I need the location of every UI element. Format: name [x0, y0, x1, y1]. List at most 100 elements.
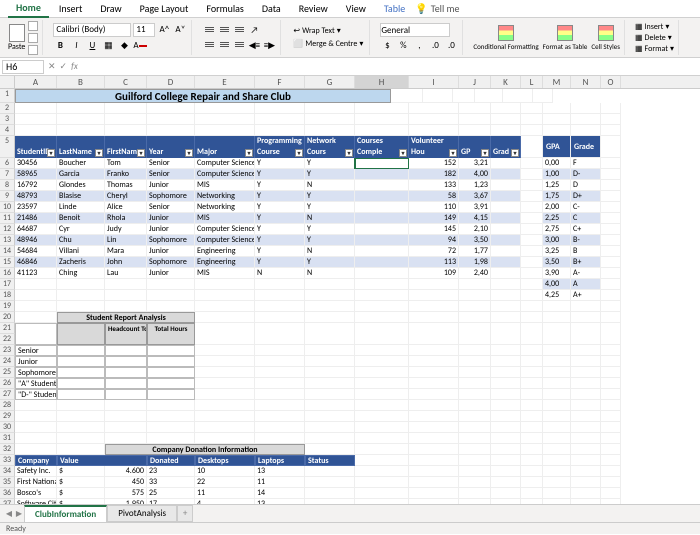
student-header[interactable]: FirstName▾: [105, 136, 147, 158]
donation-header[interactable]: Status: [305, 455, 355, 466]
student-cell[interactable]: Cheryl: [105, 191, 147, 202]
donation-company[interactable]: Bosco's: [15, 488, 57, 499]
student-cell[interactable]: [491, 191, 521, 202]
italic-button[interactable]: I: [69, 39, 83, 53]
student-cell[interactable]: MIS: [195, 213, 255, 224]
gpa-cell[interactable]: 3,25: [543, 246, 571, 257]
student-cell[interactable]: 54684: [15, 246, 57, 257]
student-cell[interactable]: [491, 213, 521, 224]
grade-cell[interactable]: A+: [571, 290, 601, 301]
grade-cell[interactable]: B+: [571, 257, 601, 268]
student-cell[interactable]: 149: [409, 213, 459, 224]
row-header-6[interactable]: 6: [0, 158, 15, 169]
cut-icon[interactable]: [28, 21, 38, 31]
donation-header[interactable]: Value: [57, 455, 147, 466]
student-cell[interactable]: Y: [255, 235, 305, 246]
tab-page-layout[interactable]: Page Layout: [132, 0, 197, 17]
student-cell[interactable]: Y: [305, 257, 355, 268]
student-cell[interactable]: Sophomore: [147, 191, 195, 202]
student-cell[interactable]: 109: [409, 268, 459, 279]
decrease-indent-button[interactable]: ◀≡: [247, 38, 261, 52]
font-size-select[interactable]: [133, 23, 155, 37]
student-cell[interactable]: 46846: [15, 257, 57, 268]
tab-insert[interactable]: Insert: [51, 0, 91, 17]
student-header[interactable]: StudentID▾: [15, 136, 57, 158]
student-cell[interactable]: 58: [409, 191, 459, 202]
conditional-formatting-button[interactable]: Conditional Formatting: [473, 25, 538, 51]
tab-data[interactable]: Data: [254, 0, 289, 17]
filter-dropdown-icon[interactable]: ▾: [481, 149, 489, 157]
gpa-header[interactable]: GPA: [543, 136, 571, 158]
student-cell[interactable]: Mara: [105, 246, 147, 257]
student-cell[interactable]: 41123: [15, 268, 57, 279]
filter-dropdown-icon[interactable]: ▾: [511, 149, 519, 157]
student-cell[interactable]: Engineering: [195, 257, 255, 268]
grade-cell[interactable]: B-: [571, 235, 601, 246]
student-cell[interactable]: [491, 268, 521, 279]
student-cell[interactable]: Y: [255, 180, 305, 191]
gpa-cell[interactable]: 4,25: [543, 290, 571, 301]
student-cell[interactable]: 4,15: [459, 213, 491, 224]
add-sheet-button[interactable]: +: [177, 505, 193, 522]
increase-decimal-button[interactable]: .0: [428, 38, 442, 52]
percent-button[interactable]: %: [396, 38, 410, 52]
student-cell[interactable]: Y: [305, 169, 355, 180]
row-header-7[interactable]: 7: [0, 169, 15, 180]
gpa-cell[interactable]: 0,00: [543, 158, 571, 169]
row-header-32[interactable]: 32: [0, 444, 15, 455]
analysis-row-label[interactable]: Sophomore: [15, 367, 57, 378]
align-center-button[interactable]: [217, 38, 231, 50]
gpa-cell[interactable]: 1,25: [543, 180, 571, 191]
col-header-F[interactable]: F: [255, 76, 305, 88]
col-header-M[interactable]: M: [543, 76, 571, 88]
grade-cell[interactable]: D+: [571, 191, 601, 202]
student-cell[interactable]: [355, 191, 409, 202]
student-cell[interactable]: Boucher: [57, 158, 105, 169]
student-cell[interactable]: 72: [409, 246, 459, 257]
student-cell[interactable]: MIS: [195, 268, 255, 279]
donation-header[interactable]: Laptops: [255, 455, 305, 466]
row-header-25[interactable]: 25: [0, 367, 15, 378]
col-header-A[interactable]: A: [15, 76, 57, 88]
student-cell[interactable]: Lau: [105, 268, 147, 279]
filter-dropdown-icon[interactable]: ▾: [245, 149, 253, 157]
decrease-font-icon[interactable]: A˅: [173, 23, 187, 37]
student-cell[interactable]: 3,67: [459, 191, 491, 202]
student-cell[interactable]: 3,21: [459, 158, 491, 169]
student-cell[interactable]: John: [105, 257, 147, 268]
col-header-B[interactable]: B: [57, 76, 105, 88]
student-cell[interactable]: Junior: [147, 246, 195, 257]
borders-button[interactable]: ▦: [101, 39, 115, 53]
row-header-29[interactable]: 29: [0, 411, 15, 422]
student-cell[interactable]: Y: [255, 191, 305, 202]
student-cell[interactable]: Y: [305, 202, 355, 213]
gpa-cell[interactable]: 3,90: [543, 268, 571, 279]
row-header-30[interactable]: 30: [0, 422, 15, 433]
filter-dropdown-icon[interactable]: ▾: [47, 149, 55, 157]
analysis-header[interactable]: Total Hours: [147, 323, 195, 345]
student-cell[interactable]: Judy: [105, 224, 147, 235]
align-left-button[interactable]: [202, 38, 216, 50]
student-cell[interactable]: Glondes: [57, 180, 105, 191]
student-cell[interactable]: Thomas: [105, 180, 147, 191]
row-header-13[interactable]: 13: [0, 235, 15, 246]
gpa-cell[interactable]: 1,75: [543, 191, 571, 202]
student-header[interactable]: Network Cours▾: [305, 136, 355, 158]
student-cell[interactable]: [491, 235, 521, 246]
donation-header[interactable]: Donated: [147, 455, 195, 466]
cells-area[interactable]: Guilford College Repair and Share ClubSt…: [15, 89, 700, 506]
filter-dropdown-icon[interactable]: ▾: [95, 149, 103, 157]
col-header-L[interactable]: L: [521, 76, 543, 88]
row-header-21[interactable]: 21: [0, 323, 15, 334]
orientation-button[interactable]: ↗: [247, 23, 261, 37]
grade-cell[interactable]: B: [571, 246, 601, 257]
student-cell[interactable]: Computer Science: [195, 235, 255, 246]
merge-centre-button[interactable]: ⬜Merge & Centre▾: [291, 38, 365, 50]
row-header-8[interactable]: 8: [0, 180, 15, 191]
grade-cell[interactable]: D-: [571, 169, 601, 180]
student-cell[interactable]: 1,23: [459, 180, 491, 191]
underline-button[interactable]: U: [85, 39, 99, 53]
student-cell[interactable]: 23597: [15, 202, 57, 213]
align-bottom-button[interactable]: [232, 23, 246, 35]
tab-review[interactable]: Review: [291, 0, 336, 17]
